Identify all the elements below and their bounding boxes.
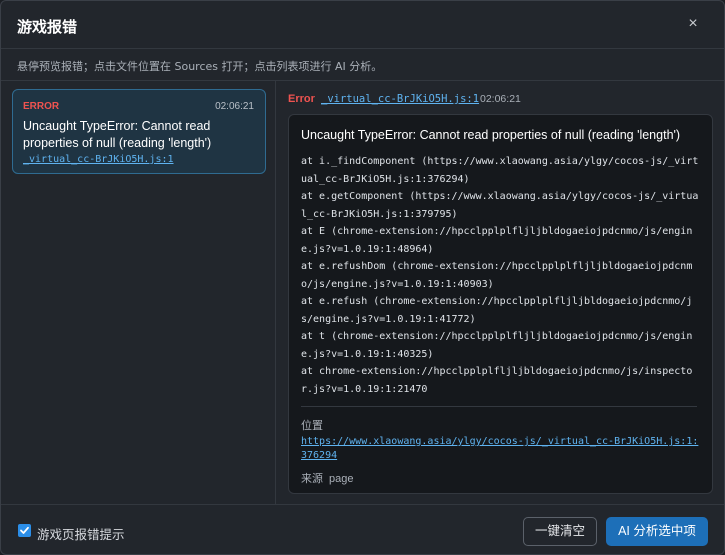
error-level-badge: ERROR: [23, 101, 60, 112]
source-value: page: [329, 473, 354, 485]
source-row: 来源 page: [301, 470, 353, 486]
error-dialog: 游戏报错 × 悬停预览报错；点击文件位置在 Sources 打开；点击列表项进行…: [0, 0, 725, 555]
detail-level: Error: [288, 93, 315, 105]
clear-all-button[interactable]: 一键清空: [523, 517, 597, 546]
stack-trace: at i._findComponent (https://www.xlaowan…: [301, 153, 701, 398]
error-detail-pane: Error _virtual_cc-BrJKiO5H.js:1 02:06:21…: [277, 81, 724, 504]
location-link[interactable]: https://www.xlaowang.asia/ylgy/cocos-js/…: [301, 435, 701, 463]
close-icon[interactable]: ×: [684, 15, 702, 33]
dialog-title: 游戏报错: [17, 18, 78, 36]
error-prompt-checkbox[interactable]: [18, 524, 31, 537]
stack-frame: at e.getComponent (https://www.xlaowang.…: [301, 191, 699, 220]
source-label: 来源: [301, 473, 323, 485]
stack-frame: at i._findComponent (https://www.xlaowan…: [301, 156, 699, 185]
dialog-subtitle: 悬停预览报错；点击文件位置在 Sources 打开；点击列表项进行 AI 分析。: [1, 49, 724, 81]
checkbox-label[interactable]: 游戏页报错提示: [37, 524, 125, 543]
stack-frame: at t (chrome-extension://hpcclpplplfljlj…: [301, 331, 693, 360]
detail-file-link[interactable]: _virtual_cc-BrJKiO5H.js:1: [321, 93, 479, 105]
error-list-item[interactable]: ERROR 02:06:21 Uncaught TypeError: Canno…: [12, 89, 266, 174]
error-message: Uncaught TypeError: Cannot read properti…: [23, 119, 212, 150]
divider: [301, 406, 697, 407]
detail-message: Uncaught TypeError: Cannot read properti…: [301, 128, 681, 142]
stack-frame: at E (chrome-extension://hpcclpplplfljlj…: [301, 226, 693, 255]
checkmark-icon: [20, 526, 29, 534]
stack-frame: at e.refush (chrome-extension://hpcclppl…: [301, 296, 693, 325]
error-file-link[interactable]: _virtual_cc-BrJKiO5H.js:1: [23, 154, 174, 165]
detail-box: Uncaught TypeError: Cannot read properti…: [288, 114, 713, 494]
ai-analyze-button[interactable]: AI 分析选中项: [606, 517, 708, 546]
stack-frame: at chrome-extension://hpcclpplplfljljbld…: [301, 366, 693, 395]
dialog-header: 游戏报错 ×: [1, 1, 724, 49]
dialog-footer: 游戏页报错提示 一键清空 AI 分析选中项: [1, 504, 724, 554]
error-time: 02:06:21: [215, 101, 254, 112]
stack-frame: at e.refushDom (chrome-extension://hpccl…: [301, 261, 693, 290]
error-list: ERROR 02:06:21 Uncaught TypeError: Canno…: [1, 81, 276, 504]
location-label: 位置: [301, 420, 323, 432]
detail-time: 02:06:21: [480, 93, 521, 105]
